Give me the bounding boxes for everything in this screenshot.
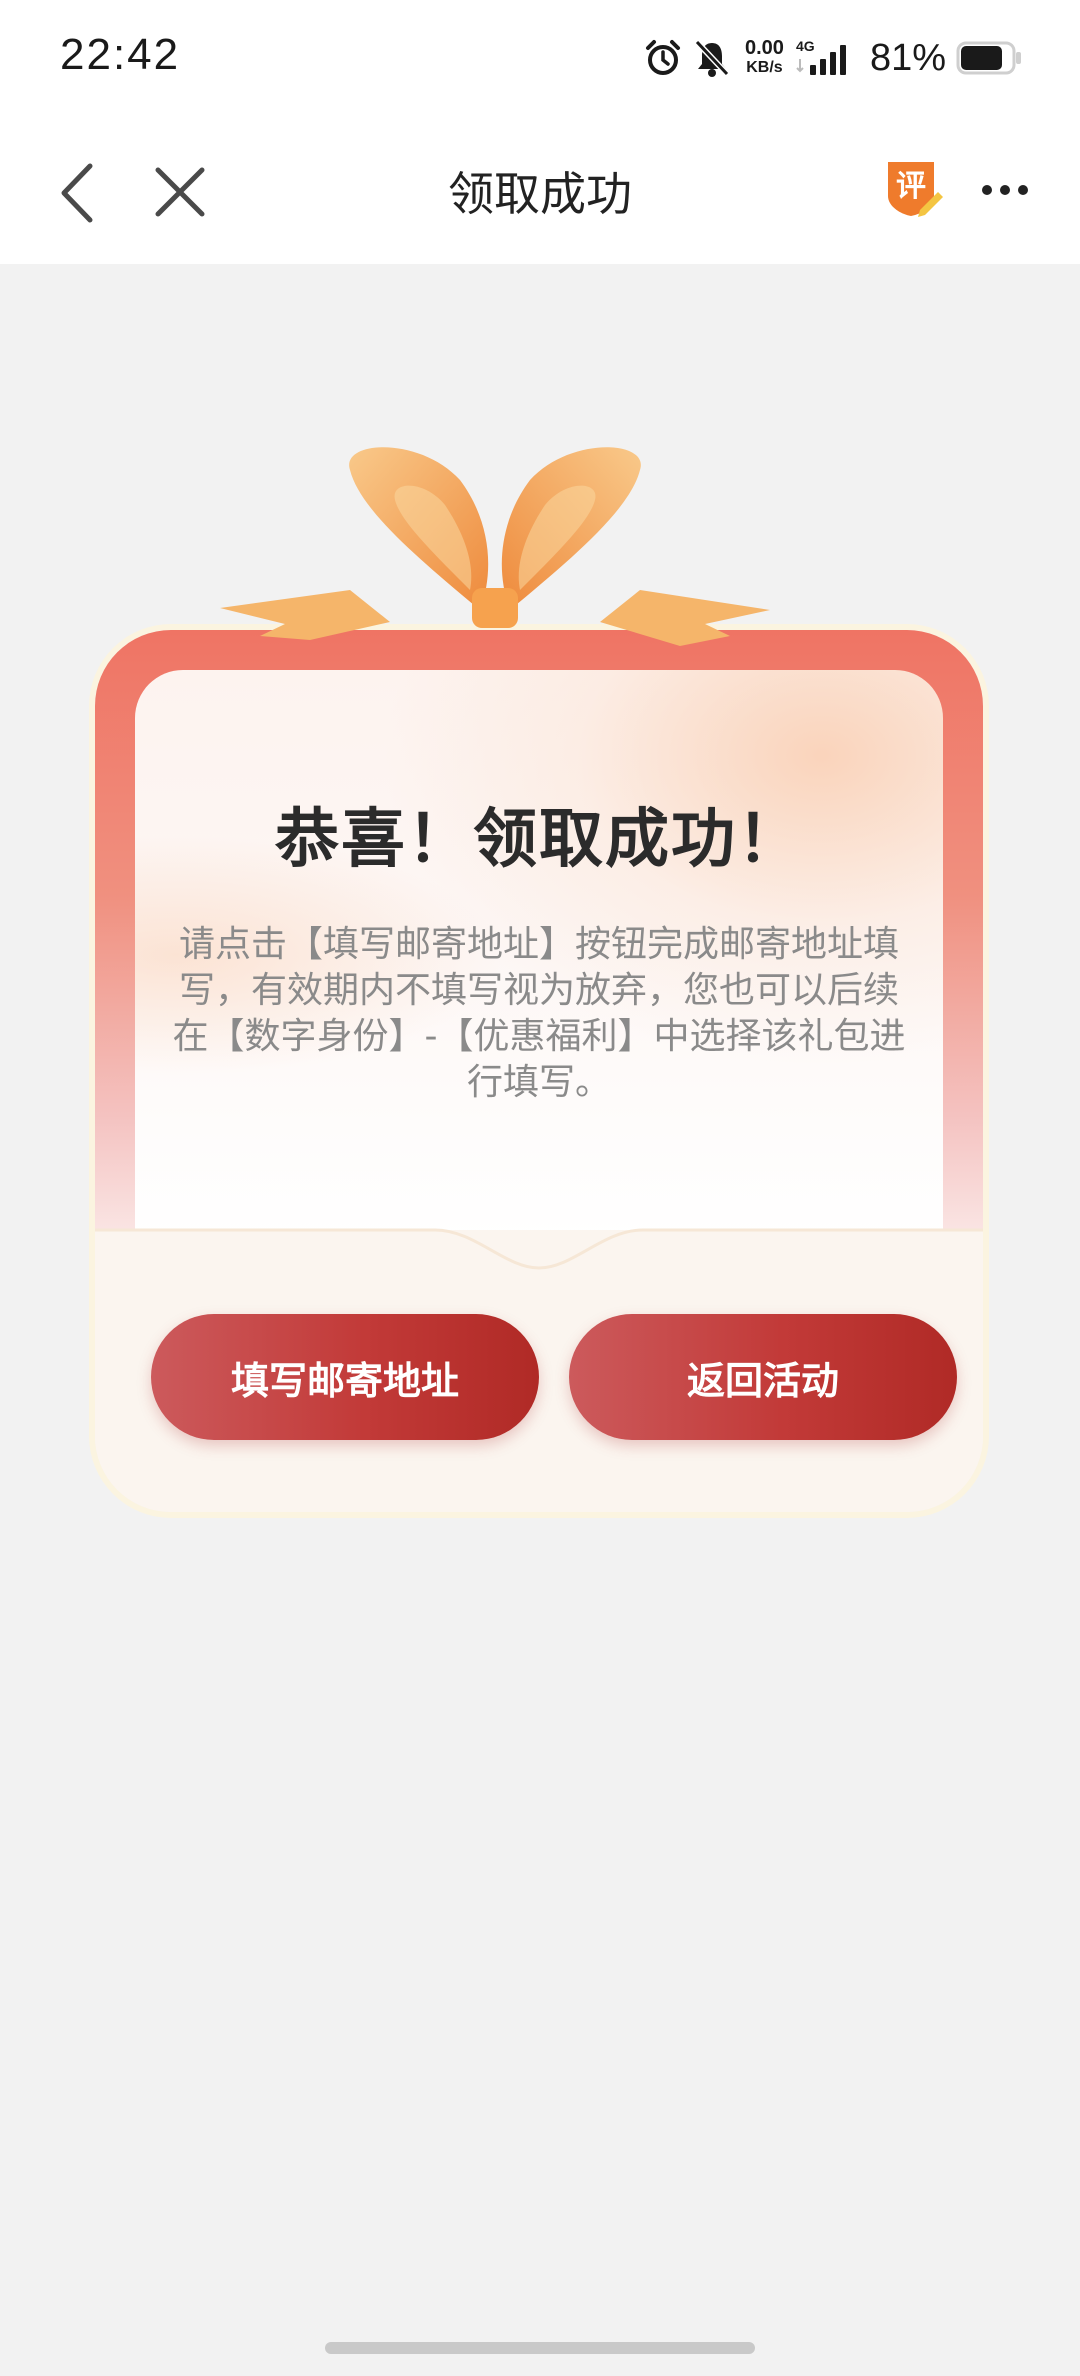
card-title: 恭喜！领取成功！ [275,803,803,877]
net-speed: 0.00 KB/s [745,38,784,78]
card-notch-divider [95,1228,983,1270]
net-speed-value: 0.00 [745,37,784,59]
fill-address-button[interactable]: 填写邮寄地址 [151,1314,539,1440]
review-icon: 评 [888,162,943,217]
card-description: 请点击【填写邮寄地址】按钮完成邮寄地址填写，有效期内不填写视为放弃，您也可以后续… [172,924,906,1103]
signal-icon: 4G [794,37,854,79]
more-button[interactable] [980,170,1030,210]
battery-percent: 81% [869,36,946,79]
status-icons: 0.00 KB/s 4G 81% [643,34,1022,82]
network-type-label: 4G [796,38,815,54]
back-to-activity-button[interactable]: 返回活动 [569,1314,957,1440]
nav-bar: 领取成功 评 [0,118,1080,264]
alarm-icon [643,38,683,78]
status-bar: 22:42 0.00 KB/s 4G 81% [0,0,1080,118]
more-icon [982,185,1028,195]
status-time: 22:42 [60,30,181,79]
home-indicator[interactable] [325,2342,755,2354]
review-button[interactable]: 评 [884,158,944,220]
gift-ribbon-icon [220,447,770,646]
net-speed-unit: KB/s [746,59,783,76]
review-badge-text: 评 [896,169,926,204]
battery-icon [956,40,1022,76]
bell-muted-icon [693,38,731,78]
